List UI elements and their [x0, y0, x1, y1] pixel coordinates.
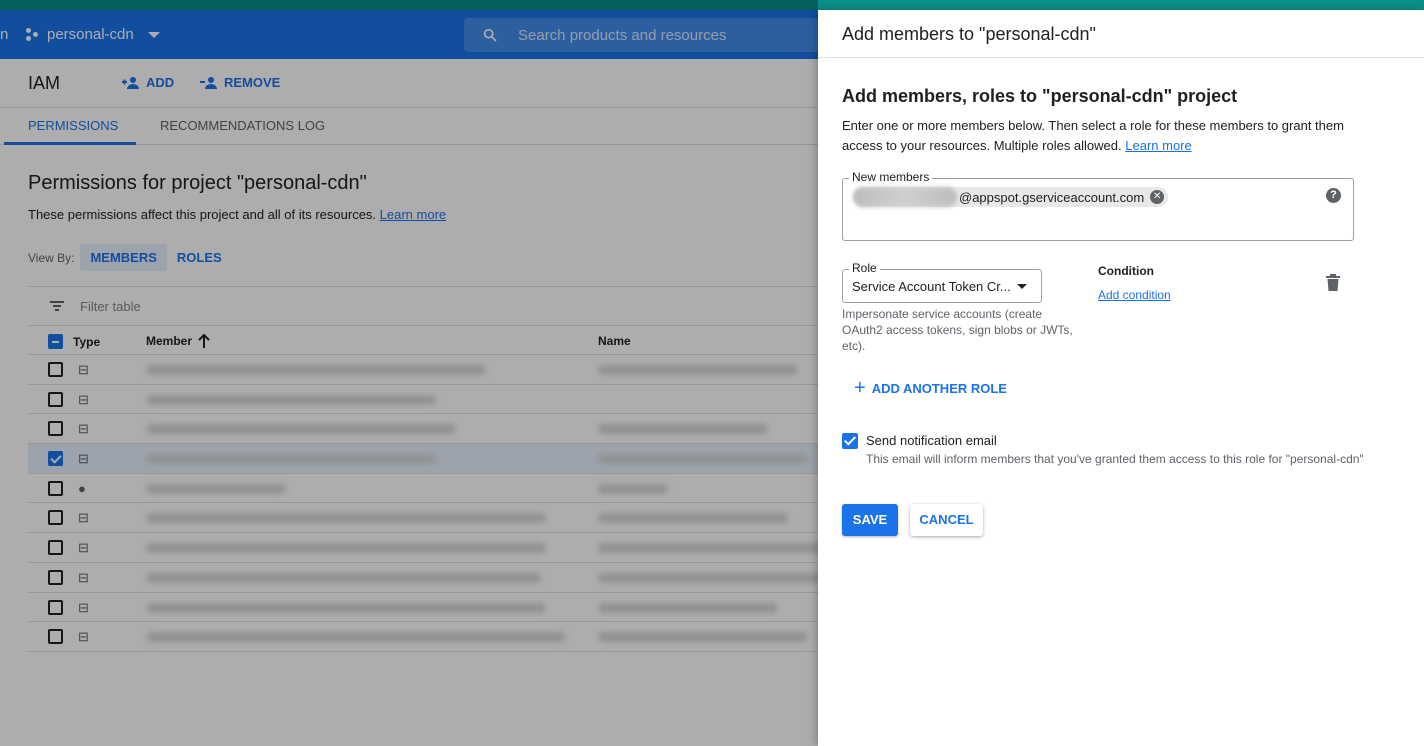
add-another-role-label: ADD ANOTHER ROLE — [871, 380, 1007, 396]
role-description: Impersonate service accounts (create OAu… — [842, 307, 1073, 353]
send-notification-label: Send notification email — [866, 433, 997, 448]
add-members-panel: Add members to "personal-cdn" Add member… — [818, 10, 1424, 746]
cancel-button[interactable]: CANCEL — [910, 504, 983, 536]
condition-label: Condition — [1098, 264, 1154, 278]
delete-role-icon[interactable] — [1326, 274, 1340, 292]
remove-chip-icon[interactable]: ✕ — [1150, 190, 1165, 204]
panel-description-text: Enter one or more members below. Then se… — [842, 118, 1344, 153]
help-icon[interactable]: ? — [1326, 188, 1341, 203]
panel-description: Enter one or more members below. Then se… — [842, 116, 1362, 156]
new-members-label: New members — [849, 170, 933, 184]
send-notification-checkbox[interactable] — [842, 433, 858, 449]
role-label: Role — [849, 261, 880, 275]
new-members-field[interactable]: New members @appspot.gserviceaccount.com… — [842, 170, 1354, 241]
panel-heading: Add members, roles to "personal-cdn" pro… — [842, 86, 1238, 106]
panel-title: Add members to "personal-cdn" — [842, 24, 1096, 44]
add-another-role-button[interactable]: + ADD ANOTHER ROLE — [854, 377, 1007, 399]
member-chip-text: @appspot.gserviceaccount.com — [959, 189, 1145, 205]
modal-scrim[interactable] — [0, 0, 818, 746]
add-condition-link[interactable]: Add condition — [1098, 288, 1171, 302]
role-value: Service Account Token Cr... — [852, 279, 1011, 294]
dropdown-arrow-icon — [1017, 284, 1027, 289]
member-chip[interactable]: @appspot.gserviceaccount.com ✕ — [853, 187, 1169, 207]
plus-icon: + — [854, 377, 866, 399]
panel-learn-more-link[interactable]: Learn more — [1125, 138, 1191, 153]
panel-header: Add members to "personal-cdn" — [818, 10, 1424, 58]
role-select[interactable]: Role Service Account Token Cr... — [842, 261, 1042, 303]
send-notification-help: This email will inform members that you'… — [866, 452, 1364, 466]
save-button[interactable]: SAVE — [842, 504, 898, 536]
redacted-account-id — [853, 187, 957, 207]
